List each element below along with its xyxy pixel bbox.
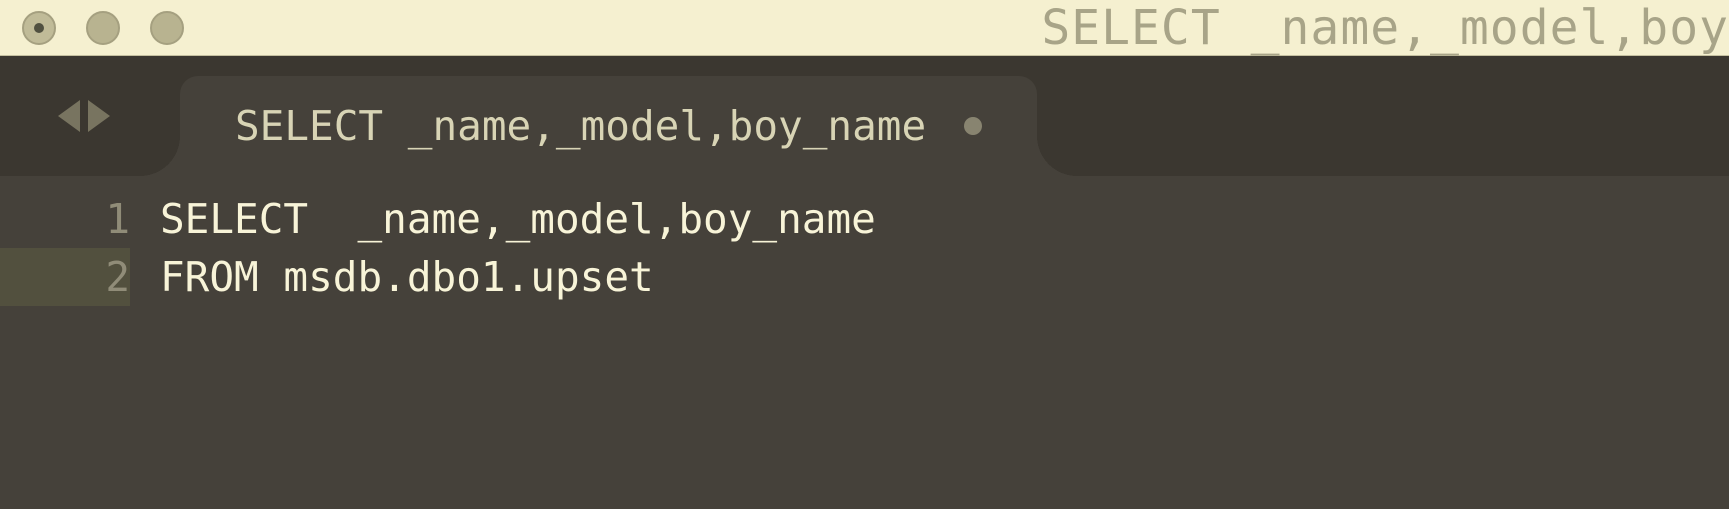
tab-label: SELECT _name,_model,boy_name — [235, 102, 926, 150]
code-content[interactable]: SELECT _name,_model,boy_name FROM msdb.d… — [160, 190, 1729, 509]
tab-bar: SELECT _name,_model,boy_name — [0, 56, 1729, 176]
code-area[interactable]: 1 2 SELECT _name,_model,boy_name FROM ms… — [0, 176, 1729, 509]
code-line[interactable]: SELECT _name,_model,boy_name — [160, 190, 1729, 248]
editor-tab[interactable]: SELECT _name,_model,boy_name — [180, 76, 1037, 176]
editor-area: SELECT _name,_model,boy_name 1 2 SELECT … — [0, 56, 1729, 509]
code-line[interactable]: FROM msdb.dbo1.upset — [160, 248, 1729, 306]
nav-forward-icon[interactable] — [88, 100, 110, 132]
line-number: 2 — [0, 248, 130, 306]
tab-nav-arrows — [58, 100, 110, 132]
dirty-indicator-icon — [964, 117, 982, 135]
line-number-gutter: 1 2 — [0, 190, 160, 509]
nav-back-icon[interactable] — [58, 100, 80, 132]
maximize-window-button[interactable] — [150, 11, 184, 45]
close-window-button[interactable] — [22, 11, 56, 45]
window-title: SELECT _name,_model,boy — [1041, 0, 1729, 56]
window-controls — [22, 11, 184, 45]
line-number: 1 — [0, 190, 130, 248]
minimize-window-button[interactable] — [86, 11, 120, 45]
window-title-bar: SELECT _name,_model,boy — [0, 0, 1729, 56]
